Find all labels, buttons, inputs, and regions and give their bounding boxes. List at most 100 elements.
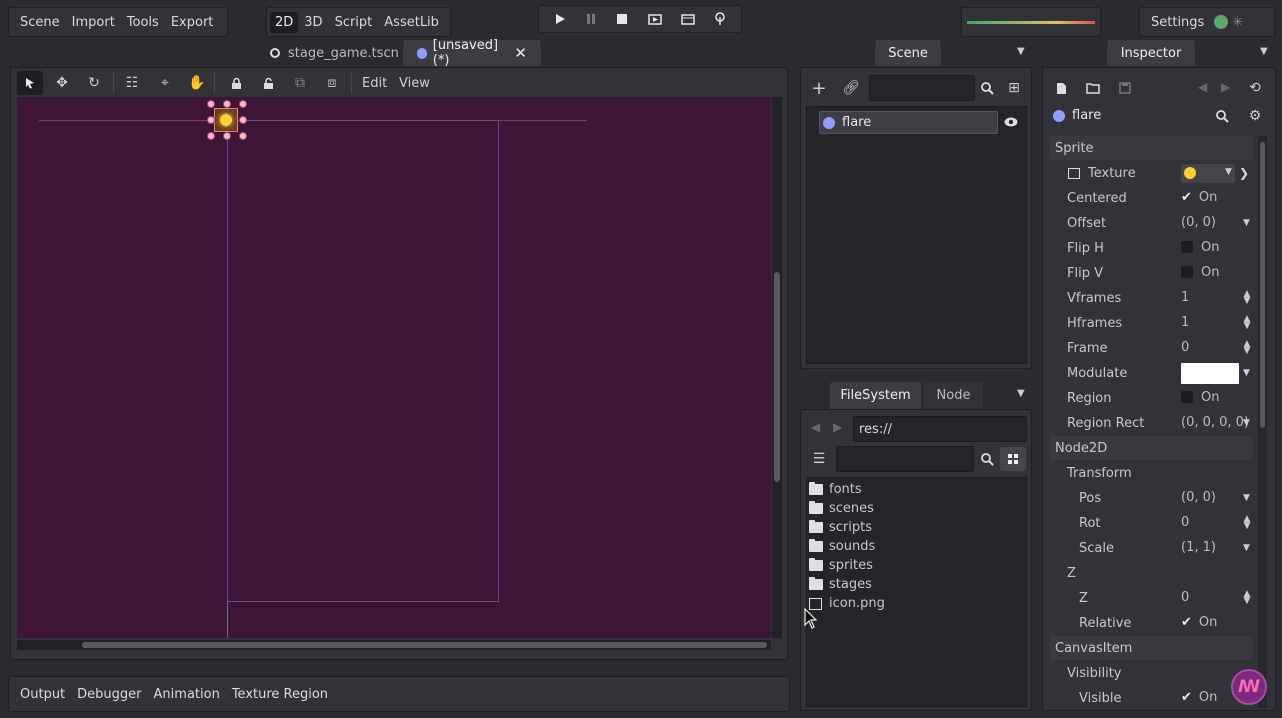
- hframes-value[interactable]: 1: [1181, 315, 1189, 330]
- history-icon[interactable]: ⟲: [1242, 76, 1268, 100]
- mode-script[interactable]: Script: [329, 15, 379, 30]
- flip-v-checkbox[interactable]: On: [1181, 265, 1219, 280]
- z-value[interactable]: 0: [1181, 590, 1189, 605]
- canvas-viewport[interactable]: [17, 97, 771, 638]
- relative-checkbox[interactable]: ✔ On: [1181, 615, 1217, 630]
- menu-tools[interactable]: Tools: [121, 15, 165, 30]
- resize-handle[interactable]: [223, 100, 231, 108]
- play-icon[interactable]: [554, 13, 566, 25]
- section-node2d[interactable]: Node2D: [1050, 436, 1253, 460]
- vframes-value[interactable]: 1: [1181, 290, 1189, 305]
- move-tool-icon[interactable]: ✥: [49, 71, 75, 95]
- file-item-sounds[interactable]: sounds: [809, 537, 875, 556]
- file-search-input[interactable]: [836, 446, 974, 472]
- inspector-menu-icon[interactable]: ▼: [1260, 46, 1268, 57]
- play-scene-icon[interactable]: [647, 13, 662, 25]
- visibility-eye-icon[interactable]: [1004, 115, 1018, 129]
- scene-tree-node-flare[interactable]: flare: [819, 111, 998, 134]
- resize-handle[interactable]: [207, 116, 215, 124]
- resize-handle[interactable]: [239, 132, 247, 140]
- search-icon[interactable]: [1209, 104, 1235, 128]
- bottom-tab-texture-region[interactable]: Texture Region: [226, 687, 334, 702]
- viewport-view-menu[interactable]: View: [399, 76, 430, 91]
- chevron-right-icon[interactable]: ❯: [1239, 166, 1249, 180]
- pos-value[interactable]: (0, 0): [1181, 490, 1216, 505]
- modulate-color-swatch[interactable]: [1181, 363, 1239, 384]
- chevron-down-icon[interactable]: ▼: [1243, 418, 1250, 428]
- history-back-icon[interactable]: ◀: [1198, 80, 1207, 94]
- new-resource-icon[interactable]: [1048, 76, 1074, 100]
- spinbox-arrows-icon[interactable]: ▲ ▼: [1242, 315, 1252, 331]
- file-item-scripts[interactable]: scripts: [809, 518, 872, 537]
- filesystem-menu-icon[interactable]: ▼: [1017, 388, 1025, 399]
- chevron-down-icon[interactable]: ▼: [1243, 218, 1250, 228]
- chevron-down-icon[interactable]: ▼: [1243, 368, 1250, 378]
- ungroup-icon[interactable]: ⧈: [319, 71, 345, 95]
- offset-value[interactable]: (0, 0): [1181, 215, 1216, 230]
- save-icon[interactable]: [1112, 76, 1138, 100]
- flip-h-checkbox[interactable]: On: [1181, 240, 1219, 255]
- resize-handle[interactable]: [207, 132, 215, 140]
- tab-stage-game[interactable]: stage_game.tscn: [256, 40, 413, 66]
- visible-checkbox[interactable]: ✔ On: [1181, 690, 1217, 705]
- scene-dock-menu-icon[interactable]: ▼: [1017, 46, 1025, 57]
- add-node-icon[interactable]: +: [806, 76, 832, 100]
- play-custom-scene-icon[interactable]: [681, 13, 695, 25]
- mode-assetlib[interactable]: AssetLib: [378, 15, 445, 30]
- inspector-scrollbar[interactable]: [1258, 136, 1267, 708]
- region-checkbox[interactable]: On: [1181, 390, 1219, 405]
- open-folder-icon[interactable]: [1080, 76, 1106, 100]
- tab-scene-dock[interactable]: Scene: [875, 40, 941, 66]
- frame-value[interactable]: 0: [1181, 340, 1189, 355]
- rotate-tool-icon[interactable]: ↻: [81, 71, 107, 95]
- file-item-fonts[interactable]: fonts: [809, 480, 862, 499]
- back-arrow-icon[interactable]: ◀: [811, 420, 820, 434]
- instance-scene-icon[interactable]: ⊞: [1001, 76, 1027, 100]
- centered-checkbox[interactable]: ✔ On: [1181, 190, 1217, 205]
- search-icon[interactable]: [974, 76, 1000, 100]
- settings-button[interactable]: Settings: [1145, 15, 1210, 30]
- tree-toggle-icon[interactable]: ☰: [806, 447, 832, 471]
- file-item-stages[interactable]: stages: [809, 575, 872, 594]
- resize-handle[interactable]: [239, 116, 247, 124]
- grid-view-icon[interactable]: [1000, 447, 1026, 471]
- bottom-tab-output[interactable]: Output: [14, 687, 71, 702]
- spinbox-arrows-icon[interactable]: ▲ ▼: [1242, 515, 1252, 531]
- spinbox-arrows-icon[interactable]: ▲ ▼: [1242, 340, 1252, 356]
- group-z[interactable]: Z: [1051, 561, 1253, 586]
- spinbox-arrows-icon[interactable]: ▲ ▼: [1242, 290, 1252, 306]
- stop-icon[interactable]: [616, 13, 628, 25]
- region-rect-value[interactable]: (0, 0, 0, 0): [1181, 415, 1249, 430]
- menu-export[interactable]: Export: [165, 15, 220, 30]
- tab-unsaved[interactable]: [unsaved](*) ✕: [403, 38, 541, 68]
- viewport-edit-menu[interactable]: Edit: [362, 76, 387, 91]
- horizontal-scrollbar[interactable]: [17, 640, 771, 650]
- unlock-icon[interactable]: [255, 71, 281, 95]
- texture-picker[interactable]: ▼: [1181, 164, 1235, 183]
- lock-icon[interactable]: [223, 71, 249, 95]
- group-transform[interactable]: Transform: [1051, 461, 1253, 486]
- file-item-scenes[interactable]: scenes: [809, 499, 874, 518]
- vertical-scroll-thumb[interactable]: [774, 272, 780, 482]
- tab-inspector[interactable]: Inspector: [1107, 40, 1195, 66]
- link-icon[interactable]: 🔗︎: [838, 76, 864, 100]
- pan-tool-icon[interactable]: ✋: [184, 71, 210, 95]
- scale-value[interactable]: (1, 1): [1181, 540, 1216, 555]
- bottom-tab-debugger[interactable]: Debugger: [71, 687, 147, 702]
- close-tab-icon[interactable]: ✕: [514, 44, 527, 62]
- forward-arrow-icon[interactable]: ▶: [833, 420, 842, 434]
- pivot-tool-icon[interactable]: ⌖: [152, 71, 178, 95]
- resize-handle[interactable]: [239, 100, 247, 108]
- vertical-scrollbar[interactable]: [772, 97, 782, 638]
- file-item-icon-png[interactable]: icon.png: [809, 594, 885, 613]
- mode-2d[interactable]: 2D: [270, 11, 299, 33]
- group-icon[interactable]: ⧉: [287, 71, 313, 95]
- deploy-icon[interactable]: [714, 12, 726, 26]
- file-item-sprites[interactable]: sprites: [809, 556, 873, 575]
- group-visibility[interactable]: Visibility: [1051, 661, 1253, 686]
- chevron-down-icon[interactable]: ▼: [1243, 493, 1250, 503]
- chevron-down-icon[interactable]: ▼: [1243, 543, 1250, 553]
- menu-scene[interactable]: Scene: [14, 15, 66, 30]
- mode-3d[interactable]: 3D: [298, 15, 328, 30]
- history-forward-icon[interactable]: ▶: [1221, 80, 1230, 94]
